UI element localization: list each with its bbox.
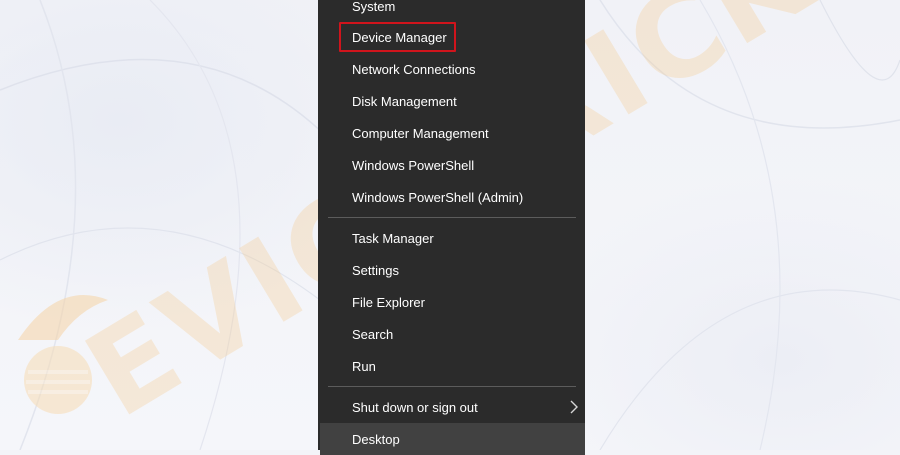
menu-item-label: Disk Management (352, 93, 457, 109)
menu-item-task-manager[interactable]: Task Manager (318, 222, 585, 254)
menu-item-network-connections[interactable]: Network Connections (318, 53, 585, 85)
menu-item-run[interactable]: Run (318, 350, 585, 382)
menu-item-label: Run (352, 358, 376, 374)
menu-item-windows-powershell-admin[interactable]: Windows PowerShell (Admin) (318, 181, 585, 213)
winx-context-menu: System Device Manager Network Connection… (318, 0, 585, 455)
menu-item-search[interactable]: Search (318, 318, 585, 350)
menu-separator (328, 217, 576, 218)
menu-item-system[interactable]: System (318, 0, 585, 22)
menu-item-disk-management[interactable]: Disk Management (318, 85, 585, 117)
menu-item-file-explorer[interactable]: File Explorer (318, 286, 585, 318)
menu-item-shut-down-or-sign-out[interactable]: Shut down or sign out (318, 391, 585, 423)
menu-item-label: Computer Management (352, 125, 489, 141)
menu-item-label: Settings (352, 262, 399, 278)
chevron-right-icon (570, 400, 578, 414)
menu-item-desktop[interactable]: Desktop (320, 423, 585, 455)
menu-separator (328, 386, 576, 387)
menu-item-computer-management[interactable]: Computer Management (318, 117, 585, 149)
menu-item-label: Device Manager (352, 29, 447, 45)
menu-item-device-manager[interactable]: Device Manager (318, 21, 585, 53)
menu-item-label: Windows PowerShell (352, 157, 475, 173)
menu-item-settings[interactable]: Settings (318, 254, 585, 286)
menu-item-windows-powershell[interactable]: Windows PowerShell (318, 149, 585, 181)
menu-item-label: File Explorer (352, 294, 425, 310)
menu-item-label: System (352, 0, 396, 14)
menu-item-label: Windows PowerShell (Admin) (352, 189, 524, 205)
menu-item-label: Network Connections (352, 61, 476, 77)
menu-item-label: Task Manager (352, 230, 434, 246)
menu-item-label: Search (352, 326, 394, 342)
menu-item-label: Desktop (352, 431, 400, 447)
menu-item-label: Shut down or sign out (352, 399, 478, 415)
